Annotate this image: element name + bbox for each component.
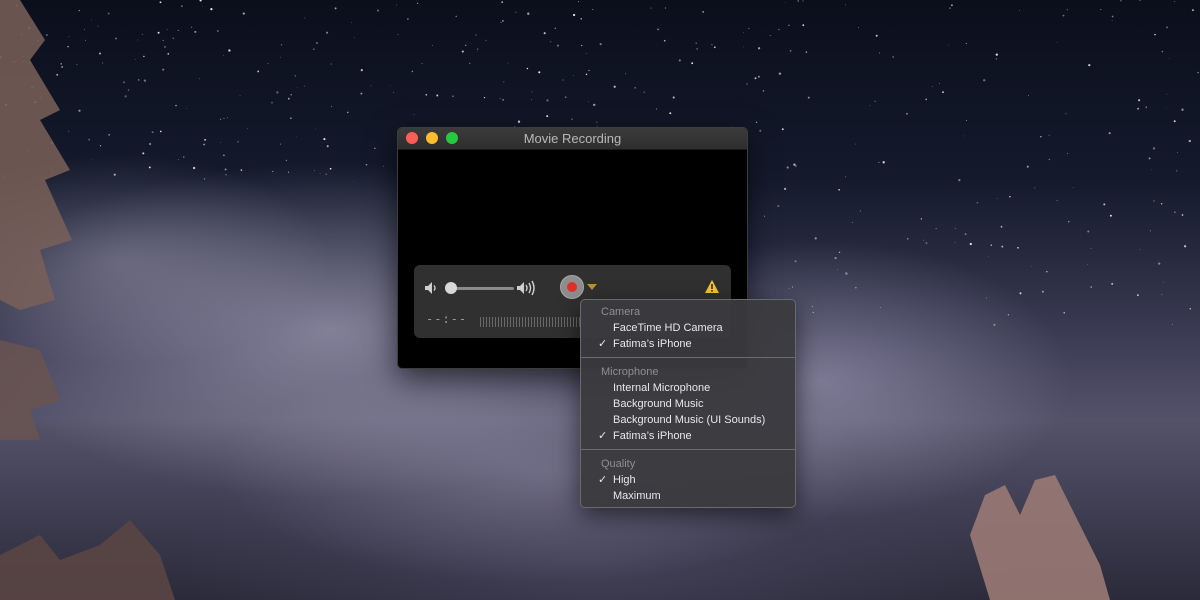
menu-item-facetime-hd-camera[interactable]: FaceTime HD Camera — [581, 320, 795, 336]
checkmark-icon: ✓ — [598, 474, 608, 486]
menu-item-label: Background Music (UI Sounds) — [613, 414, 766, 426]
tree-left — [0, 0, 72, 440]
audio-level-meter — [480, 317, 584, 327]
menu-item-background-music-ui-sounds[interactable]: Background Music (UI Sounds) — [581, 412, 795, 428]
volume-low-icon — [425, 282, 436, 294]
menu-item-label: High — [613, 474, 636, 486]
menu-section-camera: Camera FaceTime HD Camera ✓ Fatima’s iPh… — [581, 300, 795, 352]
menu-item-background-music[interactable]: Background Music — [581, 396, 795, 412]
warning-icon[interactable] — [704, 279, 720, 294]
menu-item-label: Fatima’s iPhone — [613, 338, 692, 350]
menu-header-camera: Camera — [601, 306, 641, 318]
menu-item-label: Maximum — [613, 490, 661, 502]
menu-section-microphone: Microphone Internal Microphone Backgroun… — [581, 364, 795, 444]
menu-item-internal-microphone[interactable]: Internal Microphone — [581, 380, 795, 396]
menu-item-label: Internal Microphone — [613, 382, 711, 394]
menu-section-quality: Quality ✓ High Maximum — [581, 456, 795, 504]
menu-item-label: FaceTime HD Camera — [613, 322, 723, 334]
menu-separator — [581, 357, 795, 358]
chevron-down-icon[interactable] — [586, 282, 598, 292]
menu-header-microphone: Microphone — [601, 366, 659, 378]
record-icon — [567, 282, 577, 292]
menu-item-label: Background Music — [613, 398, 704, 410]
elapsed-time: --:-- — [426, 312, 468, 326]
window-title: Movie Recording — [523, 131, 622, 146]
menu-separator — [581, 449, 795, 450]
volume-high-icon — [517, 280, 535, 296]
tree-bottom-left — [0, 520, 175, 600]
menu-item-quality-maximum[interactable]: Maximum — [581, 488, 795, 504]
title-bar[interactable]: Movie Recording — [398, 128, 747, 150]
volume-slider-knob[interactable] — [445, 282, 458, 294]
recording-options-menu: Camera FaceTime HD Camera ✓ Fatima’s iPh… — [580, 299, 796, 508]
checkmark-icon: ✓ — [598, 338, 608, 350]
checkmark-icon: ✓ — [598, 430, 608, 442]
tree-right — [970, 475, 1110, 600]
menu-item-label: Fatima’s iPhone — [613, 430, 692, 442]
record-button[interactable] — [560, 275, 584, 299]
menu-header-quality: Quality — [601, 458, 636, 470]
menu-item-camera-iphone[interactable]: ✓ Fatima’s iPhone — [581, 336, 795, 352]
menu-item-quality-high[interactable]: ✓ High — [581, 472, 795, 488]
volume-slider[interactable] — [448, 287, 514, 290]
menu-item-microphone-iphone[interactable]: ✓ Fatima’s iPhone — [581, 428, 795, 444]
